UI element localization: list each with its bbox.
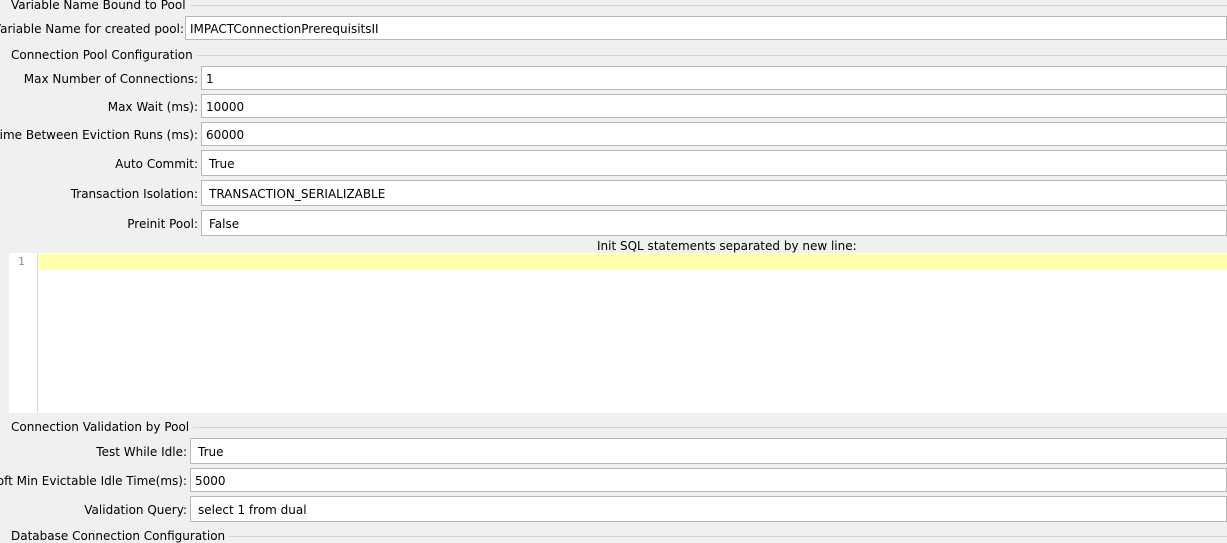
section-divider [180,5,1227,6]
section-title-pool-config: Connection Pool Configuration [11,48,197,62]
max-connections-field[interactable]: 1 [201,66,1227,90]
current-line-highlight[interactable] [39,254,1227,270]
section-title-variable-binding: Variable Name Bound to Pool [11,0,190,12]
variable-name-label: Variable Name for created pool: [0,22,184,36]
line-number-gutter: 1 [9,253,38,413]
eviction-runs-field[interactable]: 60000 [201,122,1227,146]
preinit-pool-label: Preinit Pool: [127,217,198,231]
soft-min-idle-field[interactable]: 5000 [190,468,1227,492]
variable-name-field[interactable]: IMPACTConnectionPrerequisitsII [185,16,1227,40]
max-connections-label: Max Number of Connections: [23,72,198,86]
section-divider [186,55,1227,56]
test-while-idle-label: Test While Idle: [96,445,187,459]
soft-min-idle-label: Soft Min Evictable Idle Time(ms): [0,474,187,488]
validation-query-field[interactable]: select 1 from dual [190,496,1227,522]
max-wait-field[interactable]: 10000 [201,94,1227,118]
section-title-validation: Connection Validation by Pool [11,420,194,434]
max-wait-label: Max Wait (ms): [107,100,198,114]
eviction-runs-label: Time Between Eviction Runs (ms): [0,128,198,142]
auto-commit-label: Auto Commit: [115,157,198,171]
test-while-idle-select[interactable]: True [190,438,1227,464]
validation-query-label: Validation Query: [84,503,187,517]
preinit-pool-select[interactable]: False [201,210,1227,236]
transaction-isolation-label: Transaction Isolation: [70,187,198,201]
auto-commit-select[interactable]: True [201,150,1227,176]
transaction-isolation-select[interactable]: TRANSACTION_SERIALIZABLE [201,180,1227,206]
line-number: 1 [18,255,25,268]
section-divider [215,536,1227,537]
init-sql-editor[interactable]: 1 [9,253,1227,413]
init-sql-caption: Init SQL statements separated by new lin… [597,239,857,253]
section-divider [183,427,1227,428]
